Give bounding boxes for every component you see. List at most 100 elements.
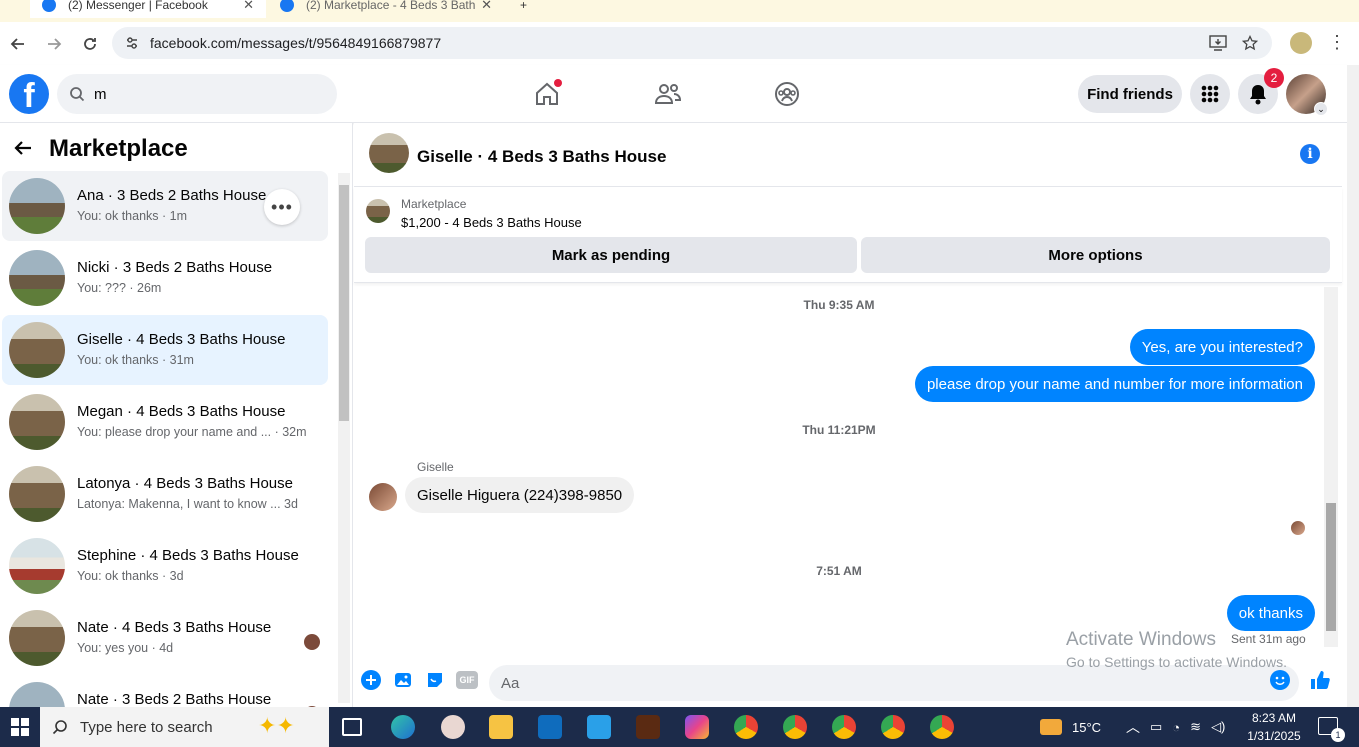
profile-avatar-icon[interactable] [1290,32,1312,54]
sidebar-scrollbar[interactable] [338,173,350,703]
action-center-icon[interactable]: 1 [1318,717,1345,742]
temperature: 15°C [1072,719,1102,735]
photo-icon[interactable] [392,669,414,691]
windows-start-icon[interactable] [0,707,40,747]
scrollbar-thumb[interactable] [1326,503,1336,631]
chrome-icon[interactable] [783,715,807,739]
search-icon [52,720,67,735]
copilot-icon[interactable] [685,715,709,739]
menu-grid-icon[interactable] [1190,74,1230,114]
home-icon[interactable] [530,77,564,111]
chat-scrollbar[interactable] [1324,287,1338,647]
address-bar[interactable]: facebook.com/messages/t/9564849166879877 [112,27,1272,59]
page-scrollbar[interactable] [1347,65,1359,707]
chrome-icon[interactable] [930,715,954,739]
sender-avatar[interactable] [369,483,397,511]
system-tray-icons[interactable]: ▭ ◔ ≋ ◁) [1150,707,1225,747]
message-input[interactable]: Aa [489,665,1299,701]
notification-count: 1 [1331,728,1345,742]
conversation-item-megan[interactable]: Megan · 4 Beds 3 Baths House You: please… [2,387,328,457]
close-tab-icon[interactable]: ✕ [243,0,254,13]
facebook-search-input[interactable]: m [57,74,337,114]
browser-tab-messenger[interactable]: (2) Messenger | Facebook ✕ [30,0,266,18]
close-tab-icon[interactable]: ✕ [481,0,492,13]
conversation-item-nate-4bed[interactable]: Nate · 4 Beds 3 Baths House You: yes you… [2,603,328,673]
search-icon [70,87,85,102]
new-tab-button[interactable]: + [508,0,538,18]
unread-dot [554,79,562,87]
conversation-avatar [9,250,65,306]
conversation-item-nicki[interactable]: Nicki · 3 Beds 2 Baths House You: ??? · … [2,243,328,313]
facebook-favicon-icon [42,0,56,12]
emoji-icon[interactable] [1269,669,1291,691]
more-options-icon[interactable]: ••• [264,189,300,225]
conversation-preview: You: ok thanks · 31m [77,353,194,367]
install-app-icon[interactable] [1209,35,1227,51]
app-icon[interactable] [441,715,465,739]
wifi-icon: ≋ [1190,719,1202,734]
chrome-icon[interactable] [881,715,905,739]
conversation-item-giselle[interactable]: Giselle · 4 Beds 3 Baths House You: ok t… [2,315,328,385]
conversation-avatar [9,682,65,707]
gif-icon[interactable]: GIF [455,669,479,691]
chevron-up-icon[interactable]: ︿ [1126,707,1140,747]
chevron-down-icon[interactable]: ⌄ [1314,102,1328,116]
conversation-name: Nate · 3 Beds 2 Baths House [77,691,272,707]
sticker-icon[interactable] [424,669,446,691]
message-bubble-outgoing[interactable]: Yes, are you interested? [1129,329,1315,365]
message-bubble-outgoing[interactable]: please drop your name and number for mor… [914,366,1315,402]
tab-label: (2) Messenger | Facebook [68,0,208,12]
taskbar-search-input[interactable]: Type here to search ✦✦ [40,707,329,747]
message-bubble-incoming[interactable]: Giselle Higuera (224)398-9850 [405,477,635,513]
windows-taskbar: Type here to search ✦✦ 15°C ︿ ▭ ◔ ≋ ◁) 8… [0,707,1359,747]
site-settings-icon[interactable] [124,35,140,51]
notifications-bell-icon[interactable]: 2 [1238,68,1284,114]
browser-tab-marketplace[interactable]: (2) Marketplace - 4 Beds 3 Bath ✕ [268,0,504,18]
forward-arrow-icon[interactable] [36,26,72,62]
gif-label: GIF [456,671,478,689]
find-friends-button[interactable]: Find friends [1078,75,1182,113]
scrollbar-thumb[interactable] [339,185,349,421]
conversation-item-nate-3bed[interactable]: Nate · 3 Beds 2 Baths House [2,675,328,707]
message-bubble-outgoing[interactable]: ok thanks [1226,595,1315,631]
search-value: m [94,85,107,103]
conversation-item-ana[interactable]: Ana · 3 Beds 2 Baths House You: ok thank… [2,171,328,241]
edge-browser-icon[interactable] [391,715,415,739]
mark-as-pending-button[interactable]: Mark as pending [365,237,857,273]
game-icon[interactable] [636,715,660,739]
store-icon[interactable] [587,715,611,739]
system-clock[interactable]: 8:23 AM 1/31/2025 [1240,709,1308,745]
conversation-name: Megan · 4 Beds 3 Baths House [77,403,286,420]
account-avatar[interactable]: ⌄ [1286,74,1328,116]
chat-avatar[interactable] [369,133,409,173]
listing-title[interactable]: $1,200 - 4 Beds 3 Baths House [401,215,582,230]
thumbs-up-icon[interactable] [1309,669,1331,691]
more-options-button[interactable]: More options [861,237,1330,273]
browser-menu-icon[interactable]: ⋮ [1328,32,1346,53]
weather-widget[interactable]: 15°C [1040,707,1101,747]
back-arrow-icon[interactable] [0,26,36,62]
file-explorer-icon[interactable] [489,715,513,739]
info-icon[interactable]: i [1300,144,1320,164]
browser-toolbar: facebook.com/messages/t/9564849166879877… [0,22,1359,65]
sparkle-icon: ✦✦ [258,713,295,738]
conversation-item-stephine[interactable]: Stephine · 4 Beds 3 Baths House You: ok … [2,531,328,601]
reload-icon[interactable] [72,26,108,62]
add-plus-icon[interactable] [360,669,382,691]
bookmark-star-icon[interactable] [1242,35,1258,51]
task-view-icon[interactable] [342,718,362,736]
conversation-item-latonya[interactable]: Latonya · 4 Beds 3 Baths House Latonya: … [2,459,328,529]
chat-title[interactable]: Giselle · 4 Beds 3 Baths House [417,147,666,167]
back-arrow-icon[interactable] [12,137,34,165]
listing-thumbnail[interactable] [366,199,390,223]
outlook-icon[interactable] [538,715,562,739]
facebook-logo-icon[interactable]: f [9,74,49,114]
conversation-preview: You: ok thanks · 3d [77,569,184,583]
friends-icon[interactable] [651,77,685,111]
chrome-icon[interactable] [832,715,856,739]
timestamp: Thu 9:35 AM [803,298,875,312]
conversation-preview: Latonya: Makenna, I want to know ... 3d [77,497,298,511]
chrome-icon[interactable] [734,715,758,739]
groups-icon[interactable] [770,77,804,111]
conversation-name: Nicki · 3 Beds 2 Baths House [77,259,273,276]
